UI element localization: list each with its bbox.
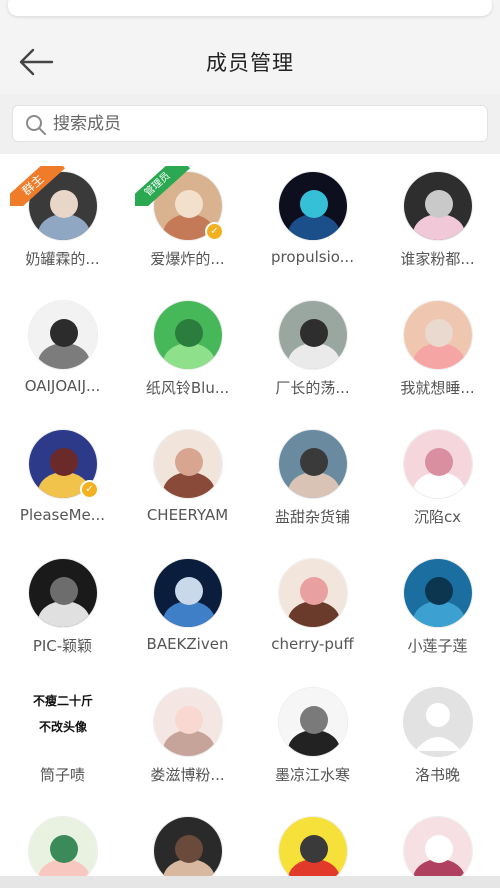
- page-title: 成员管理: [206, 51, 294, 75]
- text-avatar: 不瘦二十斤 不改头像: [18, 682, 108, 757]
- verified-check-icon: ✓: [80, 480, 99, 499]
- avatar-image: [29, 301, 97, 369]
- avatar-image: [154, 559, 222, 627]
- member-item[interactable]: 不瘦二十斤不改头像筒子啧: [0, 670, 125, 790]
- member-item[interactable]: propulsio...: [250, 154, 375, 274]
- role-badge-label: 管理员: [135, 166, 191, 206]
- member-item[interactable]: 娄滋博粉...: [125, 670, 250, 790]
- avatar-image: [404, 301, 472, 369]
- member-name: 墨凉江水寒: [274, 766, 350, 784]
- member-item[interactable]: CHEERYAM: [125, 412, 250, 532]
- member-name: 我就想睡...: [400, 379, 475, 397]
- avatar-text-line: 不改头像: [38, 720, 87, 734]
- member-name: 纸风铃Blu...: [145, 379, 230, 397]
- avatar-image: [154, 430, 222, 498]
- search-input[interactable]: [53, 108, 473, 139]
- member-name: 爱爆炸的...: [150, 250, 225, 268]
- member-name: BAEKZiven: [146, 635, 229, 653]
- avatar: [278, 429, 348, 499]
- member-item[interactable]: 谁家粉都...: [375, 154, 500, 274]
- avatar-image: [279, 172, 347, 240]
- member-item[interactable]: 纸风铃Blu...: [125, 283, 250, 403]
- member-name: 谁家粉都...: [400, 250, 475, 268]
- search-icon: [26, 115, 46, 135]
- avatar: [153, 558, 223, 628]
- member-item[interactable]: cherry-puff: [250, 541, 375, 661]
- header-bar: 成员管理: [0, 26, 500, 94]
- member-name: 筒子啧: [39, 766, 85, 784]
- member-name: 沉陷cx: [413, 508, 462, 526]
- member-item[interactable]: [375, 799, 500, 888]
- role-badge-label: 群主: [10, 166, 66, 206]
- member-item[interactable]: ✓ PleaseMe...: [0, 412, 125, 532]
- avatar: [278, 171, 348, 241]
- bottom-edge: [0, 876, 500, 888]
- avatar: [403, 429, 473, 499]
- member-name: PleaseMe...: [19, 506, 106, 524]
- member-name: 盐甜杂货铺: [274, 508, 350, 526]
- member-item[interactable]: [0, 799, 125, 888]
- member-item[interactable]: 厂长的荡...: [250, 283, 375, 403]
- member-grid: 群主 奶罐霖的... 管理员 ✓ 爱爆炸的... propulsio... 谁家粉都... O…: [0, 154, 500, 888]
- avatar: [28, 300, 98, 370]
- avatar: [403, 300, 473, 370]
- member-name: OAIJOAIJ...: [24, 377, 101, 395]
- member-item[interactable]: PIC-颖颖: [0, 541, 125, 661]
- member-item[interactable]: [250, 799, 375, 888]
- member-item[interactable]: 沉陷cx: [375, 412, 500, 532]
- avatar: [153, 429, 223, 499]
- avatar-image: [154, 301, 222, 369]
- member-item[interactable]: 墨凉江水寒: [250, 670, 375, 790]
- member-item[interactable]: 洛书晚: [375, 670, 500, 790]
- member-item[interactable]: 群主奶罐霖的...: [0, 154, 125, 274]
- member-name: 娄滋博粉...: [150, 766, 225, 784]
- avatar-image: [403, 687, 473, 757]
- admin-badge: 管理员: [135, 166, 195, 206]
- verified-check-icon: ✓: [205, 222, 224, 241]
- avatar-image: [279, 688, 347, 756]
- avatar-image: [154, 688, 222, 756]
- avatar-image: [29, 559, 97, 627]
- member-name: cherry-puff: [271, 635, 354, 653]
- avatar-image: [404, 430, 472, 498]
- avatar: [403, 687, 473, 757]
- avatar: [278, 687, 348, 757]
- avatar-image: [279, 559, 347, 627]
- top-strip: [0, 0, 500, 26]
- search-box[interactable]: [12, 105, 488, 142]
- member-name: 小莲子莲: [407, 637, 468, 655]
- member-name: propulsio...: [271, 248, 354, 266]
- avatar: [403, 558, 473, 628]
- member-item[interactable]: 小莲子莲: [375, 541, 500, 661]
- avatar: [153, 687, 223, 757]
- avatar-image: [279, 301, 347, 369]
- avatar-text-line: 不瘦二十斤: [32, 694, 93, 708]
- member-item[interactable]: [125, 799, 250, 888]
- avatar-image: [404, 172, 472, 240]
- member-item[interactable]: BAEKZiven: [125, 541, 250, 661]
- avatar: [153, 300, 223, 370]
- avatar: [278, 558, 348, 628]
- member-item[interactable]: 管理员 ✓ 爱爆炸的...: [125, 154, 250, 274]
- top-card-edge: [8, 0, 492, 16]
- member-name: PIC-颖颖: [32, 637, 93, 655]
- search-area: [0, 94, 500, 154]
- member-name: 奶罐霖的...: [25, 250, 100, 268]
- avatar: [28, 558, 98, 628]
- member-name: 厂长的荡...: [275, 379, 350, 397]
- member-item[interactable]: OAIJOAIJ...: [0, 283, 125, 403]
- member-name: 洛书晚: [414, 766, 460, 784]
- member-item[interactable]: 盐甜杂货铺: [250, 412, 375, 532]
- avatar: [278, 300, 348, 370]
- avatar-image: [404, 559, 472, 627]
- member-item[interactable]: 我就想睡...: [375, 283, 500, 403]
- member-name: CHEERYAM: [146, 506, 229, 524]
- avatar: [403, 171, 473, 241]
- owner-badge: 群主: [10, 166, 70, 206]
- avatar-image: [279, 430, 347, 498]
